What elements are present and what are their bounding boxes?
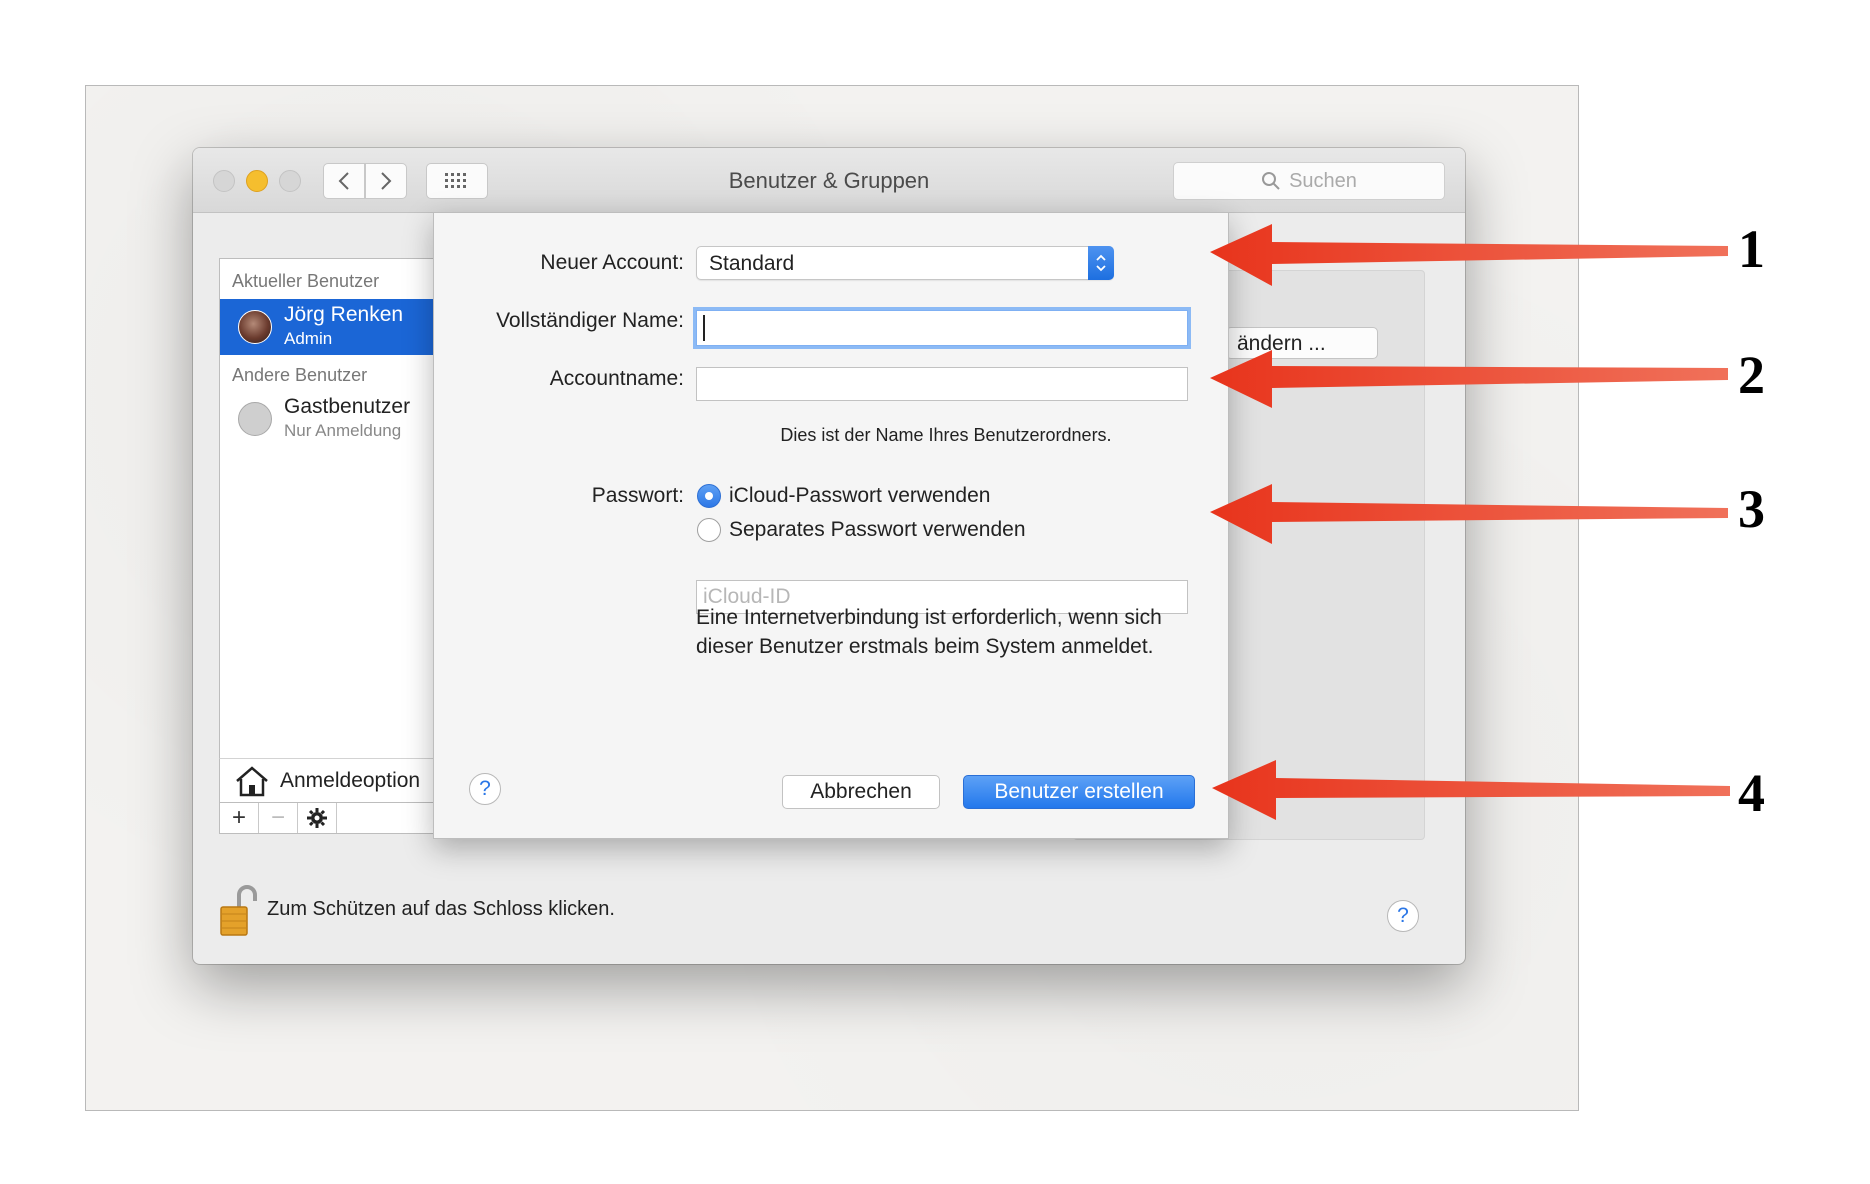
- user-list: Aktueller Benutzer Jörg Renken Admin And…: [219, 258, 436, 760]
- radio-icloud-password-label[interactable]: iCloud-Passwort verwenden: [729, 484, 990, 508]
- unlocked-lock-icon[interactable]: [219, 883, 259, 939]
- search-icon: [1262, 172, 1280, 190]
- avatar: [238, 310, 272, 344]
- account-name-field[interactable]: [696, 367, 1188, 401]
- window-help-button[interactable]: ?: [1387, 900, 1419, 932]
- account-name-label: Accountname:: [549, 367, 684, 390]
- title-bar: Benutzer & Gruppen Suchen: [193, 148, 1465, 213]
- search-field[interactable]: Suchen: [1173, 162, 1445, 200]
- action-menu-button[interactable]: [298, 803, 337, 833]
- password-label: Passwort:: [591, 484, 684, 507]
- lock-row: Zum Schützen auf das Schloss klicken.: [219, 883, 819, 939]
- user-role: Nur Anmeldung: [284, 421, 402, 440]
- user-role: Admin: [284, 329, 333, 348]
- search-placeholder: Suchen: [1289, 169, 1357, 192]
- user-row-guest[interactable]: Gastbenutzer Nur Anmeldung: [220, 391, 435, 447]
- user-row-joerg[interactable]: Jörg Renken Admin: [220, 299, 435, 355]
- user-name: Jörg Renken: [284, 303, 404, 326]
- radio-separate-password-label[interactable]: Separates Passwort verwenden: [729, 518, 1026, 542]
- annotation-number-4: 4: [1738, 763, 1765, 823]
- popup-chevrons-icon: [1088, 246, 1114, 280]
- create-user-button[interactable]: Benutzer erstellen: [963, 775, 1195, 809]
- full-name-field[interactable]: [696, 310, 1188, 346]
- current-user-header: Aktueller Benutzer: [232, 271, 380, 291]
- text-caret: [703, 315, 705, 341]
- change-button[interactable]: ändern ...: [1226, 327, 1378, 359]
- other-users-header: Andere Benutzer: [232, 365, 368, 385]
- annotation-number-1: 1: [1738, 219, 1765, 279]
- cancel-button[interactable]: Abbrechen: [782, 775, 940, 809]
- annotation-number-3: 3: [1738, 479, 1765, 539]
- account-type-value: Standard: [709, 252, 795, 275]
- radio-separate-password[interactable]: [697, 518, 721, 542]
- radio-icloud-password[interactable]: [697, 484, 721, 508]
- sheet-help-button[interactable]: ?: [469, 773, 501, 805]
- annotation-number-2: 2: [1738, 345, 1765, 405]
- guest-avatar-icon: [238, 402, 272, 436]
- new-user-sheet: Neuer Account: Standard Vollständiger Na…: [433, 212, 1229, 839]
- login-options-item[interactable]: Anmeldeoption: [219, 758, 436, 804]
- new-account-label: Neuer Account:: [540, 251, 684, 274]
- internet-info-text: Eine Internetverbindung ist erforderlich…: [696, 606, 1162, 658]
- account-name-hint: Dies ist der Name Ihres Benutzerordners.: [780, 425, 1112, 445]
- house-icon: [236, 766, 268, 797]
- login-options-label: Anmeldeoption: [280, 769, 421, 792]
- full-name-label: Vollständiger Name:: [496, 309, 684, 332]
- user-name: Gastbenutzer: [284, 395, 411, 418]
- remove-user-button[interactable]: −: [259, 803, 298, 833]
- gear-icon: [307, 808, 327, 828]
- add-user-button[interactable]: +: [220, 803, 259, 833]
- lock-text: Zum Schützen auf das Schloss klicken.: [267, 898, 615, 920]
- account-type-popup[interactable]: Standard: [696, 246, 1114, 280]
- list-toolbar: + −: [219, 802, 436, 834]
